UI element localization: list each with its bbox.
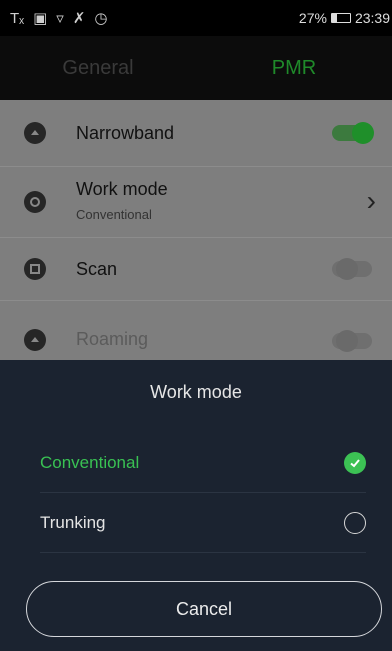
option-trunking[interactable]: Trunking [40,494,366,552]
status-bar: Tₓ ▣ ▿ ✗ ◷ 27% 23:39 [0,0,392,36]
option-label: Trunking [40,513,106,532]
tx-icon: Tₓ [10,9,25,27]
narrowband-label: Narrowband [76,123,175,143]
tab-bar: General PMR [0,36,392,100]
scan-toggle[interactable] [332,258,372,280]
mute-icon: ✗ [72,10,86,27]
option-label: Conventional [40,453,140,472]
status-right: 27% 23:39 [299,10,390,26]
option-conventional[interactable]: Conventional [40,434,366,492]
roaming-icon [24,329,46,351]
roaming-toggle[interactable] [332,330,372,352]
work-mode-dialog: Work mode Conventional Trunking Cancel [0,360,392,651]
setting-roaming[interactable]: Roaming [0,301,392,360]
status-icons: Tₓ ▣ ▿ ✗ ◷ [10,9,108,28]
divider [40,492,366,493]
wifi-icon: ▿ [56,10,64,27]
cancel-button[interactable]: Cancel [26,581,382,637]
tab-general[interactable]: General [0,36,196,100]
settings-list: Narrowband Work mode Conventional › Scan… [0,100,392,360]
chevron-right-icon: › [366,185,376,216]
setting-narrowband[interactable]: Narrowband [0,100,392,166]
radio-icon [24,122,46,144]
alarm-icon: ◷ [94,10,108,27]
work-mode-label: Work mode [76,179,168,199]
scan-label: Scan [76,259,118,279]
radio-empty-icon [344,512,366,534]
scan-icon [24,258,46,280]
battery-percent: 27% [298,10,327,26]
dialog-title: Work mode [150,382,242,402]
checkmark-icon [344,452,366,474]
sim-icon: ▣ [33,10,48,27]
setting-work-mode[interactable]: Work mode Conventional › [0,167,392,237]
battery-icon [330,13,351,23]
narrowband-toggle[interactable] [332,122,374,144]
work-mode-value: Conventional [76,207,152,222]
clock: 23:39 [354,10,390,26]
tab-pmr[interactable]: PMR [196,36,392,100]
roaming-label: Roaming [76,329,149,349]
setting-scan[interactable]: Scan [0,238,392,300]
divider [40,552,366,553]
battery-level-fill [331,14,337,22]
workmode-icon [24,191,46,213]
